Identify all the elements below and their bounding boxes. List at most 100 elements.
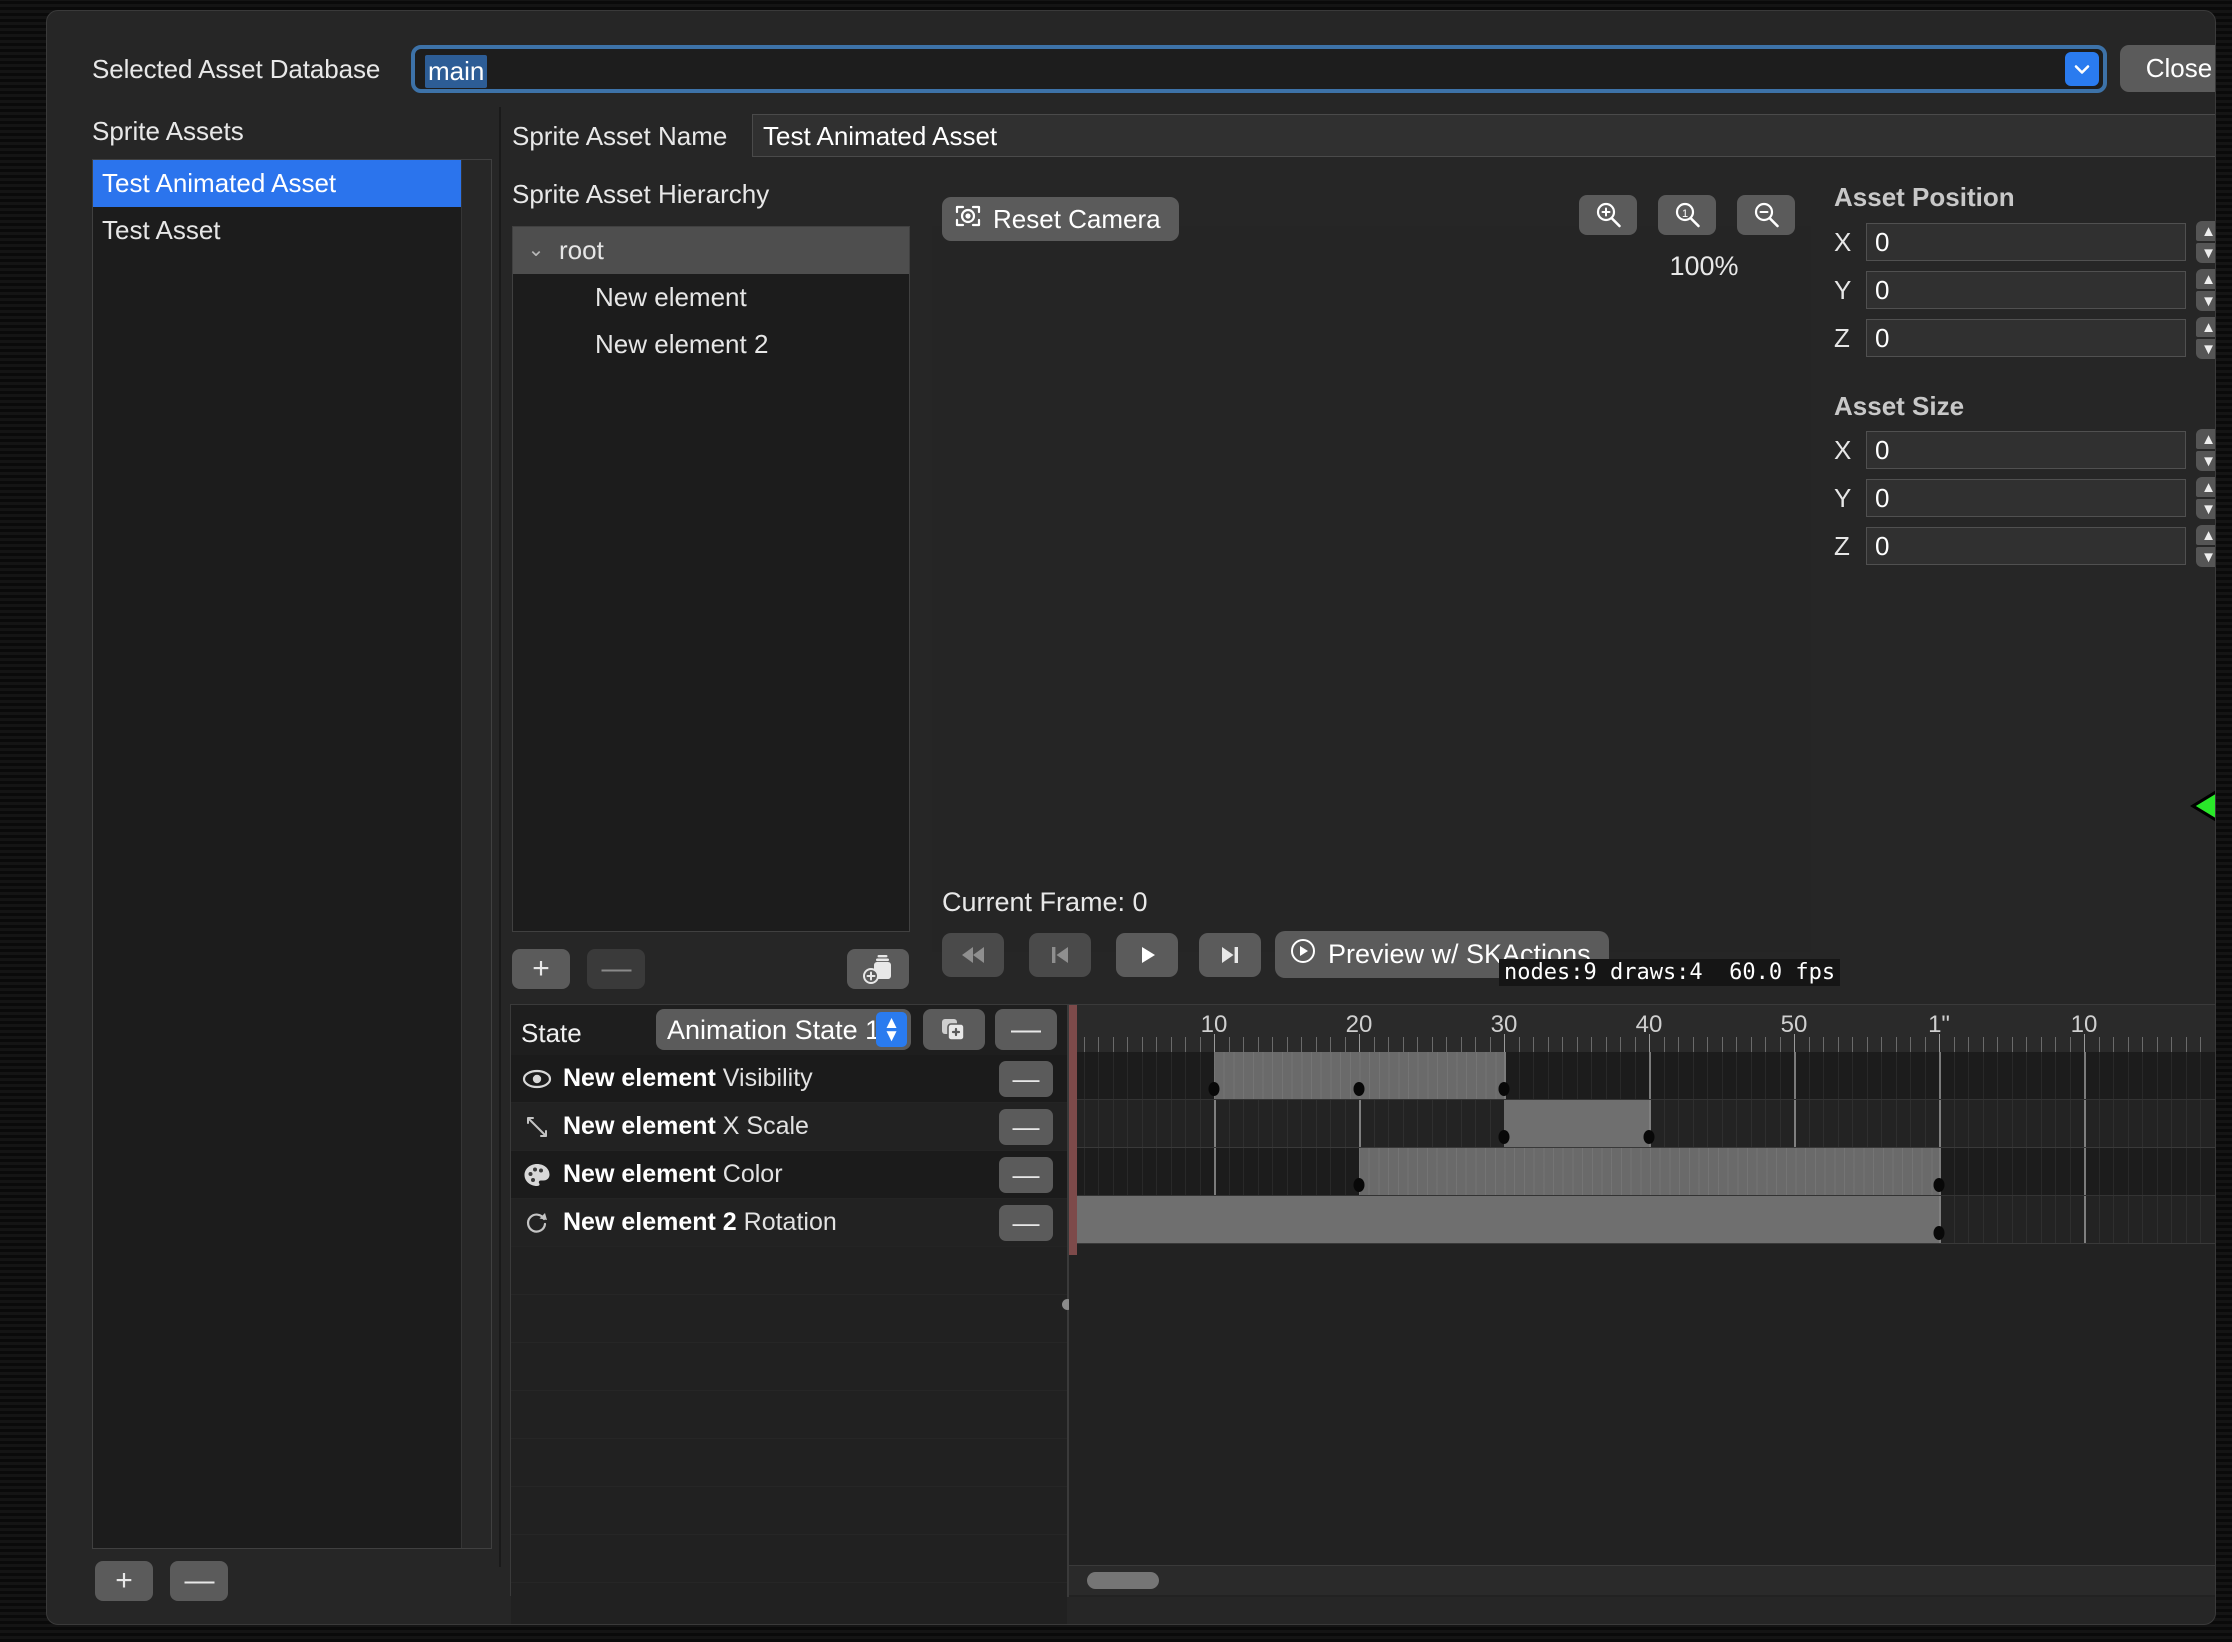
- remove-asset-button[interactable]: —: [170, 1561, 229, 1601]
- keyframe-marker[interactable]: [1353, 1178, 1365, 1192]
- timeline-segment[interactable]: [1359, 1148, 1939, 1195]
- axis-input[interactable]: 0: [1866, 479, 2186, 517]
- reset-camera-button[interactable]: Reset Camera: [942, 197, 1179, 241]
- ruler-tick: [1808, 1037, 1810, 1052]
- current-frame-label: Current Frame: 0: [942, 887, 1148, 917]
- database-combobox[interactable]: main: [411, 45, 2107, 93]
- zoom-level-label: 100%: [1669, 251, 1739, 281]
- axis-stepper[interactable]: ▲ ▼: [2196, 525, 2215, 567]
- stepper-down-icon[interactable]: ▼: [2196, 451, 2215, 471]
- timeline-grid[interactable]: 10 20 30 40 50 1" 10: [1069, 1005, 2215, 1597]
- zoom-out-icon[interactable]: [1737, 195, 1795, 235]
- sprite-asset-editor-window: Selected Asset Database main Close Sprit…: [46, 10, 2216, 1625]
- timeline-track-row[interactable]: New element Visibility —: [511, 1055, 1067, 1103]
- zoom-actual-size-icon[interactable]: 1: [1658, 195, 1716, 235]
- sprite-assets-list[interactable]: Test Animated Asset Test Asset: [92, 159, 492, 1549]
- previous-frame-icon[interactable]: [1029, 933, 1091, 977]
- timeline-scrollbar-thumb[interactable]: [1087, 1572, 1159, 1589]
- axis-input[interactable]: 0: [1866, 271, 2186, 309]
- hierarchy-node[interactable]: New element: [513, 274, 909, 321]
- timeline-tracks[interactable]: [1069, 1052, 2215, 1597]
- add-asset-button[interactable]: +: [95, 1561, 153, 1601]
- remove-track-button[interactable]: —: [999, 1157, 1053, 1193]
- keyframe-marker[interactable]: [1643, 1130, 1655, 1144]
- timeline-gridline: [1330, 1148, 1331, 1195]
- keyframe-marker[interactable]: [1498, 1130, 1510, 1144]
- play-icon[interactable]: [1116, 933, 1178, 977]
- timeline-track-row[interactable]: New element Color —: [511, 1151, 1067, 1199]
- axis-input[interactable]: 0: [1866, 319, 2186, 357]
- stepper-up-icon[interactable]: ▲: [2196, 429, 2215, 449]
- timeline-segment[interactable]: [1069, 1196, 1939, 1243]
- remove-track-button[interactable]: —: [999, 1109, 1053, 1145]
- hierarchy-node[interactable]: ⌄ root: [513, 227, 909, 274]
- preview-viewport[interactable]: [932, 226, 2215, 952]
- asset-list-scrollbar[interactable]: [461, 160, 491, 1548]
- axis-stepper[interactable]: ▲ ▼: [2196, 221, 2215, 263]
- timeline-gridline: [1794, 1052, 1796, 1099]
- keyframe-marker[interactable]: [1498, 1082, 1510, 1096]
- timeline-horizontal-scrollbar[interactable]: [1069, 1565, 2215, 1595]
- add-to-database-icon[interactable]: [847, 949, 909, 989]
- axis-stepper[interactable]: ▲ ▼: [2196, 429, 2215, 471]
- asset-list-item[interactable]: Test Animated Asset: [93, 160, 491, 207]
- ruler-tick: [1098, 1037, 1099, 1052]
- keyframe-marker[interactable]: [1933, 1226, 1945, 1240]
- hierarchy-node-label: New element: [595, 282, 747, 312]
- track-label: New element 2 Rotation: [563, 1208, 837, 1237]
- sprite-asset-name-input[interactable]: Test Animated Asset: [752, 114, 2215, 157]
- chevron-down-icon[interactable]: ⌄: [523, 227, 549, 274]
- stepper-down-icon[interactable]: ▼: [2196, 339, 2215, 359]
- chevron-down-icon[interactable]: [2065, 52, 2099, 86]
- keyframe-marker[interactable]: [1353, 1082, 1365, 1096]
- zoom-in-icon[interactable]: [1579, 195, 1637, 235]
- axis-stepper[interactable]: ▲ ▼: [2196, 269, 2215, 311]
- stepper-up-icon[interactable]: ▲: [2196, 317, 2215, 337]
- stepper-down-icon[interactable]: ▼: [2196, 243, 2215, 263]
- timeline-track-lane[interactable]: [1069, 1052, 2215, 1100]
- duplicate-state-button[interactable]: [923, 1009, 985, 1050]
- stepper-down-icon[interactable]: ▼: [2196, 291, 2215, 311]
- timeline-track-lane[interactable]: [1069, 1196, 2215, 1244]
- hierarchy-node[interactable]: New element 2: [513, 321, 909, 368]
- remove-track-button[interactable]: —: [999, 1061, 1053, 1097]
- stepper-down-icon[interactable]: ▼: [2196, 499, 2215, 519]
- axis-input[interactable]: 0: [1866, 431, 2186, 469]
- remove-element-button[interactable]: —: [587, 949, 646, 989]
- stepper-down-icon[interactable]: ▼: [2196, 547, 2215, 567]
- timeline-track-lane[interactable]: [1069, 1148, 2215, 1196]
- ruler-tick: [1518, 1037, 1520, 1052]
- axis-stepper[interactable]: ▲ ▼: [2196, 477, 2215, 519]
- timeline-ruler[interactable]: 10 20 30 40 50 1" 10: [1069, 1005, 2215, 1052]
- animation-state-select[interactable]: Animation State 1 ▲ ▼: [656, 1009, 911, 1050]
- next-frame-icon[interactable]: [1199, 933, 1261, 977]
- axis-input[interactable]: 0: [1866, 527, 2186, 565]
- axis-stepper[interactable]: ▲ ▼: [2196, 317, 2215, 359]
- delete-state-button[interactable]: —: [995, 1009, 1057, 1050]
- add-element-button[interactable]: +: [512, 949, 570, 989]
- chevron-updown-icon[interactable]: ▲ ▼: [876, 1012, 907, 1047]
- timeline-playhead[interactable]: [1069, 1005, 1077, 1255]
- timeline-gridline: [2156, 1148, 2158, 1195]
- keyframe-marker[interactable]: [1208, 1082, 1220, 1096]
- hierarchy-tree[interactable]: ⌄ root New element New element 2: [512, 226, 910, 932]
- stepper-up-icon[interactable]: ▲: [2196, 477, 2215, 497]
- remove-track-button[interactable]: —: [999, 1205, 1053, 1241]
- keyframe-marker[interactable]: [1933, 1178, 1945, 1192]
- stepper-up-icon[interactable]: ▲: [2196, 525, 2215, 545]
- timeline-gridline: [1750, 1052, 1752, 1099]
- ruler-tick: [1301, 1037, 1302, 1052]
- stepper-up-icon[interactable]: ▲: [2196, 269, 2215, 289]
- close-button[interactable]: Close: [2120, 45, 2215, 92]
- timeline-track-row[interactable]: New element X Scale —: [511, 1103, 1067, 1151]
- timeline-track-row[interactable]: New element 2 Rotation —: [511, 1199, 1067, 1247]
- stepper-up-icon[interactable]: ▲: [2196, 221, 2215, 241]
- rewind-to-start-icon[interactable]: [942, 933, 1004, 977]
- axis-input[interactable]: 0: [1866, 223, 2186, 261]
- timeline-segment[interactable]: [1504, 1100, 1649, 1147]
- asset-list-item[interactable]: Test Asset: [93, 207, 491, 254]
- timeline-state-toolbar: State Animation State 1 ▲ ▼ —: [511, 1005, 1067, 1055]
- timeline-gridline: [2171, 1148, 2172, 1195]
- timeline-track-lane[interactable]: [1069, 1100, 2215, 1148]
- ruler-tick: [1968, 1037, 1969, 1052]
